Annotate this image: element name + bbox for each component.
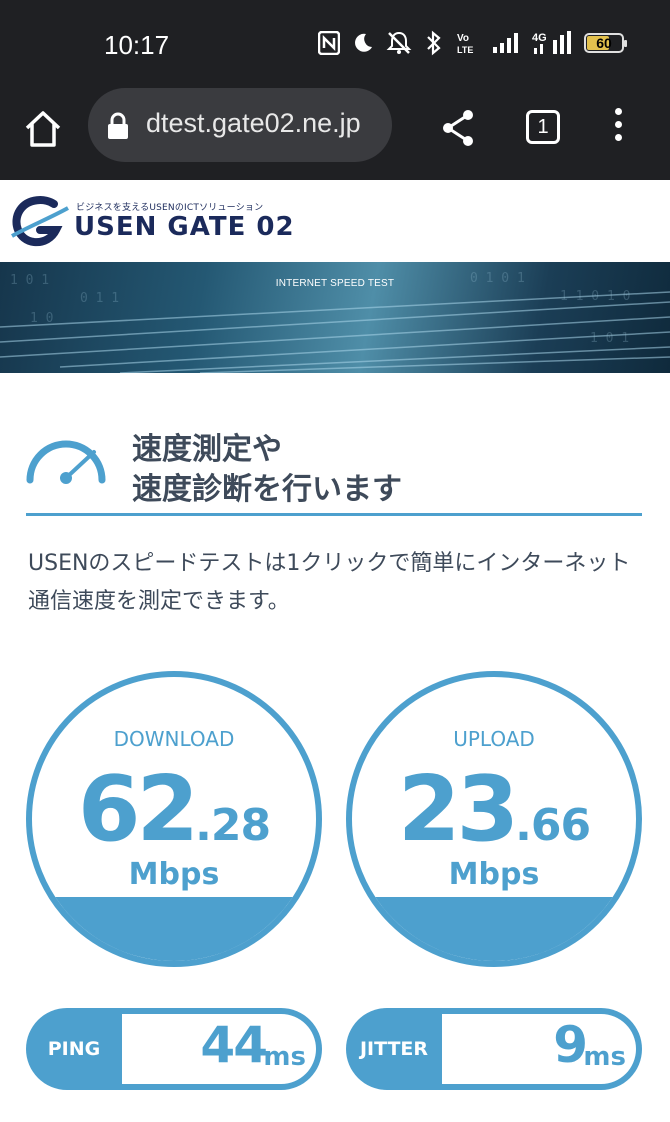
upload-unit: Mbps xyxy=(448,857,540,892)
jitter-result: JITTER 9 ms xyxy=(346,1008,642,1090)
banner-title: INTERNET SPEED TEST xyxy=(275,278,395,289)
status-time: 10:17 xyxy=(104,30,170,60)
download-value-int: 62 xyxy=(77,757,199,862)
speedometer-icon xyxy=(26,440,106,484)
hero-banner: 1 0 10 1 1 0 1 0 11 1 0 1 0 1 0 11 0 INT… xyxy=(0,262,670,373)
upload-value: 23.66 xyxy=(352,757,636,862)
upload-value-dec: .66 xyxy=(515,800,591,851)
description-text: USENのスピードテストは1クリックで簡単にインターネット通信速度を測定できます… xyxy=(28,551,631,614)
tabs-icon[interactable]: 1 xyxy=(526,110,560,144)
jitter-box: 9 ms xyxy=(442,1014,636,1084)
url-text[interactable]: dtest.gate02.ne.jp xyxy=(146,108,361,139)
signal-icon xyxy=(493,33,518,53)
download-fill xyxy=(32,897,316,961)
heading-line-1: 速度測定や xyxy=(132,432,282,467)
status-icons: Vo LTE 4G 60 xyxy=(318,30,627,56)
download-value: 62.28 xyxy=(32,757,316,862)
jitter-value: 9 xyxy=(553,1016,588,1074)
ping-value: 44 xyxy=(200,1016,268,1074)
moon-icon xyxy=(355,33,372,52)
svg-text:Vo: Vo xyxy=(457,33,469,44)
home-icon[interactable] xyxy=(22,108,64,150)
upload-label: UPLOAD xyxy=(453,727,535,751)
usen-logo-icon[interactable] xyxy=(10,196,70,248)
svg-text:0 1 1: 0 1 1 xyxy=(80,291,119,306)
page-heading: 速度測定や 速度診断を行います xyxy=(132,430,652,510)
jitter-label: JITTER xyxy=(359,1038,429,1060)
download-label: DOWNLOAD xyxy=(113,727,235,751)
upload-fill xyxy=(352,897,636,961)
battery-icon: 60 xyxy=(584,33,627,53)
menu-icon[interactable] xyxy=(608,108,628,148)
svg-text:4G: 4G xyxy=(532,32,547,44)
svg-text:1 0 1: 1 0 1 xyxy=(590,331,629,346)
status-bar: 10:17 Vo LTE 4G 60 xyxy=(0,0,670,88)
volte-icon: Vo LTE xyxy=(457,33,473,55)
site-header: ビジネスを支えるUSENのICTソリューション USEN GATE 02 xyxy=(0,180,670,262)
share-icon[interactable] xyxy=(440,108,476,148)
svg-text:1 0: 1 0 xyxy=(30,311,53,326)
signal-4g-icon: 4G xyxy=(532,31,571,54)
download-result: DOWNLOAD 62.28 Mbps xyxy=(26,671,322,967)
ping-label: PING xyxy=(47,1038,101,1060)
ping-unit: ms xyxy=(263,1042,306,1072)
lock-icon xyxy=(108,112,128,139)
address-bar[interactable]: dtest.gate02.ne.jp xyxy=(88,88,392,162)
download-value-dec: .28 xyxy=(195,800,271,851)
download-unit: Mbps xyxy=(128,857,220,892)
jitter-unit: ms xyxy=(583,1042,626,1072)
upload-value-int: 23 xyxy=(397,757,519,862)
heading-line-2: 速度診断を行います xyxy=(132,472,402,507)
battery-level: 60 xyxy=(596,35,612,51)
bluetooth-icon xyxy=(427,30,441,56)
nfc-icon xyxy=(318,31,340,55)
browser-toolbar: dtest.gate02.ne.jp 1 xyxy=(0,88,670,180)
mute-icon xyxy=(386,31,412,54)
upload-result: UPLOAD 23.66 Mbps xyxy=(346,671,642,967)
heading-divider xyxy=(26,513,642,516)
logo-name[interactable]: USEN GATE 02 xyxy=(74,212,295,242)
ping-box: 44 ms xyxy=(122,1014,316,1084)
svg-text:1 1 0 1 0: 1 1 0 1 0 xyxy=(560,289,630,304)
svg-text:LTE: LTE xyxy=(457,45,473,55)
ping-result: PING 44 ms xyxy=(26,1008,322,1090)
